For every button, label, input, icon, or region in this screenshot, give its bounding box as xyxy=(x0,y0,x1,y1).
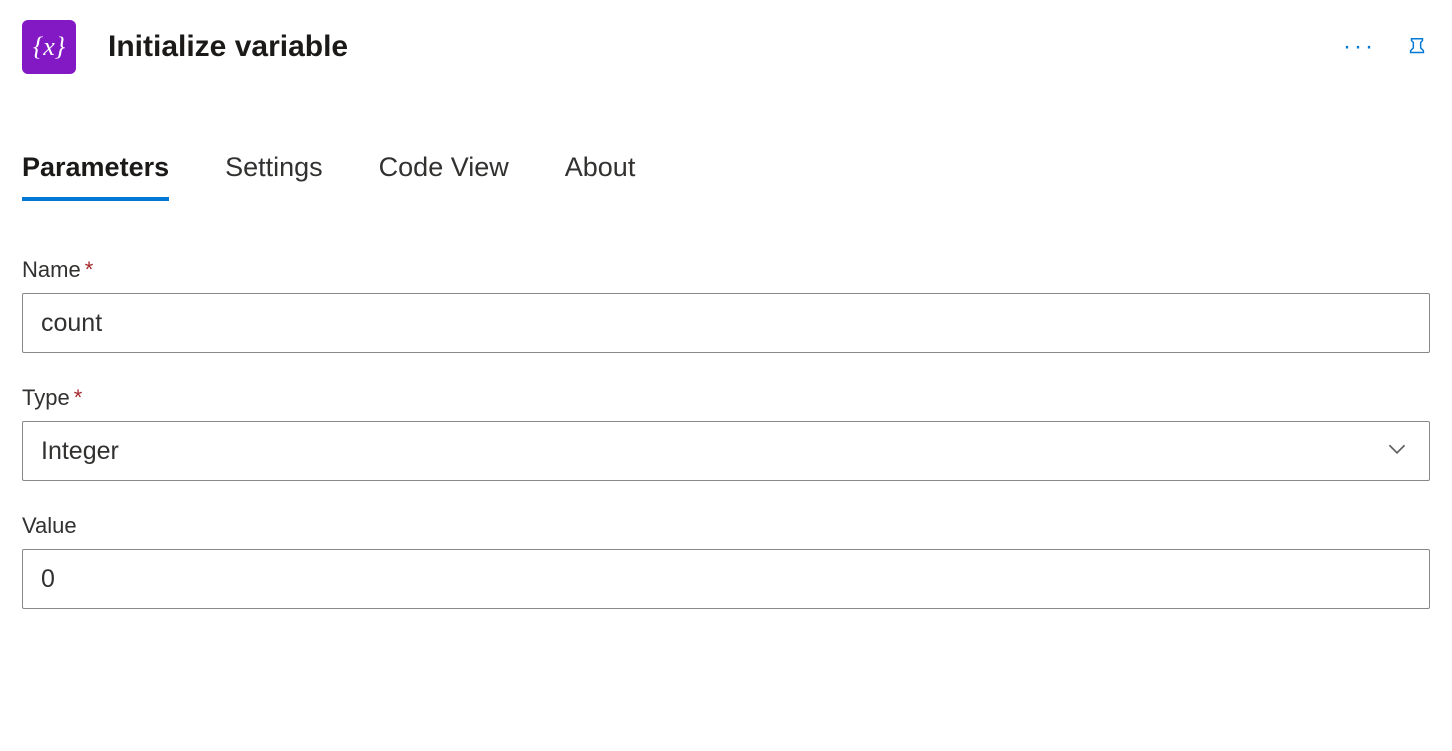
type-label: Type* xyxy=(22,385,1430,411)
field-type: Type* Integer xyxy=(22,385,1430,481)
name-label-text: Name xyxy=(22,257,81,282)
variable-icon-glyph: {x} xyxy=(33,32,65,62)
tab-settings[interactable]: Settings xyxy=(225,152,323,199)
tab-row: Parameters Settings Code View About xyxy=(0,92,1452,199)
type-label-text: Type xyxy=(22,385,70,410)
card-title: Initialize variable xyxy=(108,30,348,64)
name-input[interactable] xyxy=(22,293,1430,353)
type-required-mark: * xyxy=(74,385,83,410)
pin-button[interactable] xyxy=(1402,29,1432,65)
field-name: Name* xyxy=(22,257,1430,353)
variable-icon: {x} xyxy=(22,20,76,74)
field-value: Value xyxy=(22,513,1430,609)
header-left: {x} Initialize variable xyxy=(22,20,348,74)
name-label: Name* xyxy=(22,257,1430,283)
card-header: {x} Initialize variable ··· xyxy=(0,0,1452,92)
value-input[interactable] xyxy=(22,549,1430,609)
tab-about[interactable]: About xyxy=(565,152,636,199)
type-select-wrapper: Integer xyxy=(22,421,1430,481)
type-select-value: Integer xyxy=(41,437,119,466)
name-required-mark: * xyxy=(85,257,94,282)
type-select[interactable]: Integer xyxy=(22,421,1430,481)
value-label: Value xyxy=(22,513,1430,539)
parameters-form: Name* Type* Integer Value xyxy=(0,199,1452,661)
more-options-button[interactable]: ··· xyxy=(1335,31,1384,63)
tab-code-view[interactable]: Code View xyxy=(379,152,509,199)
value-label-text: Value xyxy=(22,513,77,538)
tab-parameters[interactable]: Parameters xyxy=(22,152,169,199)
header-right: ··· xyxy=(1335,29,1432,65)
pin-icon xyxy=(1406,33,1428,61)
